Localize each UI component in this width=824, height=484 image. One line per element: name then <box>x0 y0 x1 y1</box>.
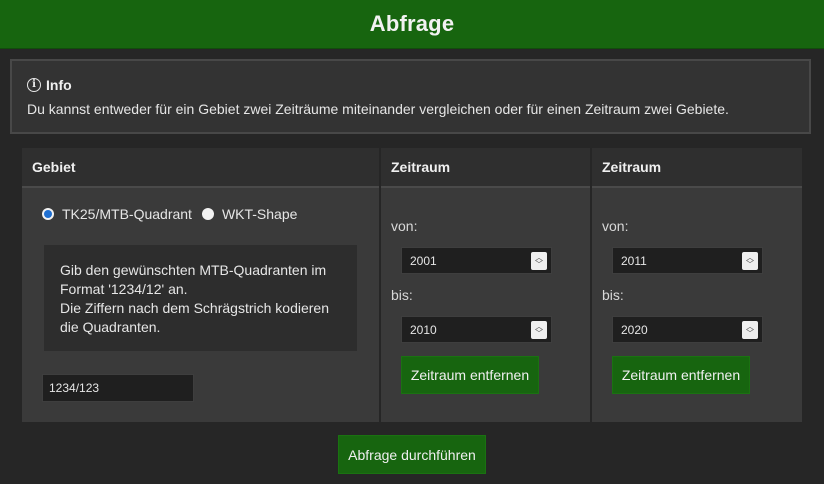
gebiet-panel: Gebiet TK25/MTB-Quadrant WKT-Shape Gib d… <box>22 148 379 422</box>
abfrage-durchfuehren-button[interactable]: Abfrage durchführen <box>338 435 486 474</box>
zeitraum-entfernen-button[interactable]: Zeitraum entfernen <box>612 356 750 394</box>
bis-year-value: 2010 <box>410 322 437 337</box>
spinner-arrows-icon[interactable]: ︿ ﹀ <box>531 252 547 270</box>
gebiet-hint-box: Gib den gewünschten MTB-Quadranten im Fo… <box>44 245 357 351</box>
zeitraum-entfernen-button[interactable]: Zeitraum entfernen <box>401 356 539 394</box>
spinner-arrows-icon[interactable]: ︿ ﹀ <box>742 252 758 270</box>
hint-line: die Quadranten. <box>60 319 161 335</box>
von-year-input[interactable]: 2001 ︿ ﹀ <box>401 247 552 274</box>
info-text: Du kannst entweder für ein Gebiet zwei Z… <box>27 101 729 117</box>
von-year-value: 2001 <box>410 253 437 268</box>
radio-label-tk25[interactable]: TK25/MTB-Quadrant <box>62 206 192 222</box>
gebiet-type-radio-group: TK25/MTB-Quadrant WKT-Shape <box>42 206 307 222</box>
info-title: i Info <box>27 77 72 93</box>
radio-wkt-shape[interactable] <box>201 208 214 220</box>
hint-line: Gib den gewünschten MTB-Quadranten im <box>60 262 327 278</box>
bis-year-input[interactable]: 2020 ︿ ﹀ <box>612 316 763 343</box>
zeitraum-panel-2: Zeitraum von: 2011 ︿ ﹀ bis: 2020 ︿ ﹀ Zeitr… <box>592 148 802 422</box>
von-label: von: <box>391 218 418 234</box>
zeitraum-heading: Zeitraum <box>381 148 590 188</box>
von-year-input[interactable]: 2011 ︿ ﹀ <box>612 247 763 274</box>
info-circle-icon: i <box>27 78 41 92</box>
page-title: Abfrage <box>369 11 455 36</box>
info-box: i Info Du kannst entweder für ein Gebiet… <box>10 59 811 134</box>
bis-label: bis: <box>602 287 624 303</box>
von-year-value: 2011 <box>621 253 647 268</box>
zeitraum-heading: Zeitraum <box>592 148 802 188</box>
bis-year-input[interactable]: 2010 ︿ ﹀ <box>401 316 552 343</box>
info-title-label: Info <box>46 77 72 93</box>
gebiet-heading: Gebiet <box>22 148 379 188</box>
von-label: von: <box>602 218 629 234</box>
radio-tk25-mtb-quadrant[interactable] <box>42 208 54 220</box>
spinner-arrows-icon[interactable]: ︿ ﹀ <box>531 321 547 339</box>
page-header: Abfrage <box>0 0 824 49</box>
spinner-arrows-icon[interactable]: ︿ ﹀ <box>742 321 758 339</box>
bis-year-value: 2020 <box>621 322 648 337</box>
mtb-quadrant-input[interactable]: 1234/123 <box>42 374 194 402</box>
zeitraum-panel-1: Zeitraum von: 2001 ︿ ﹀ bis: 2010 ︿ ﹀ Zeitr… <box>381 148 590 422</box>
hint-line: Format '1234/12' an. <box>60 281 188 297</box>
radio-label-wkt[interactable]: WKT-Shape <box>222 206 297 222</box>
bis-label: bis: <box>391 287 413 303</box>
mtb-quadrant-value: 1234/123 <box>49 381 100 395</box>
hint-line: Die Ziffern nach dem Schrägstrich kodier… <box>60 300 329 316</box>
